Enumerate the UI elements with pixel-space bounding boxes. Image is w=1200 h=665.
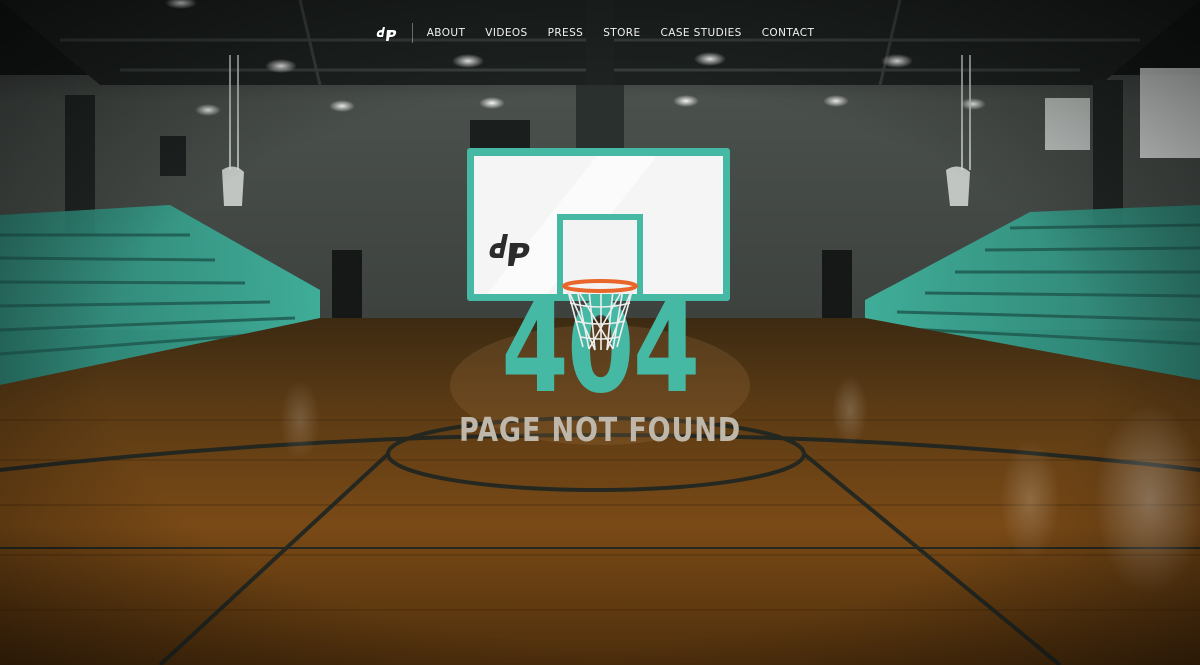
nav-videos[interactable]: VIDEOS: [485, 27, 527, 39]
nav-about[interactable]: ABOUT: [427, 27, 466, 39]
nav-press[interactable]: PRESS: [548, 27, 584, 39]
dp-logo-icon[interactable]: [376, 23, 413, 43]
nav-case-studies[interactable]: CASE STUDIES: [661, 27, 742, 39]
nav-store[interactable]: STORE: [603, 27, 640, 39]
error-message: PAGE NOT FOUND: [458, 410, 741, 449]
main-nav: ABOUT VIDEOS PRESS STORE CASE STUDIES CO…: [0, 0, 1200, 66]
nav-contact[interactable]: CONTACT: [762, 27, 815, 39]
page-404: ABOUT VIDEOS PRESS STORE CASE STUDIES CO…: [0, 0, 1200, 665]
hoop-net: [562, 279, 638, 351]
